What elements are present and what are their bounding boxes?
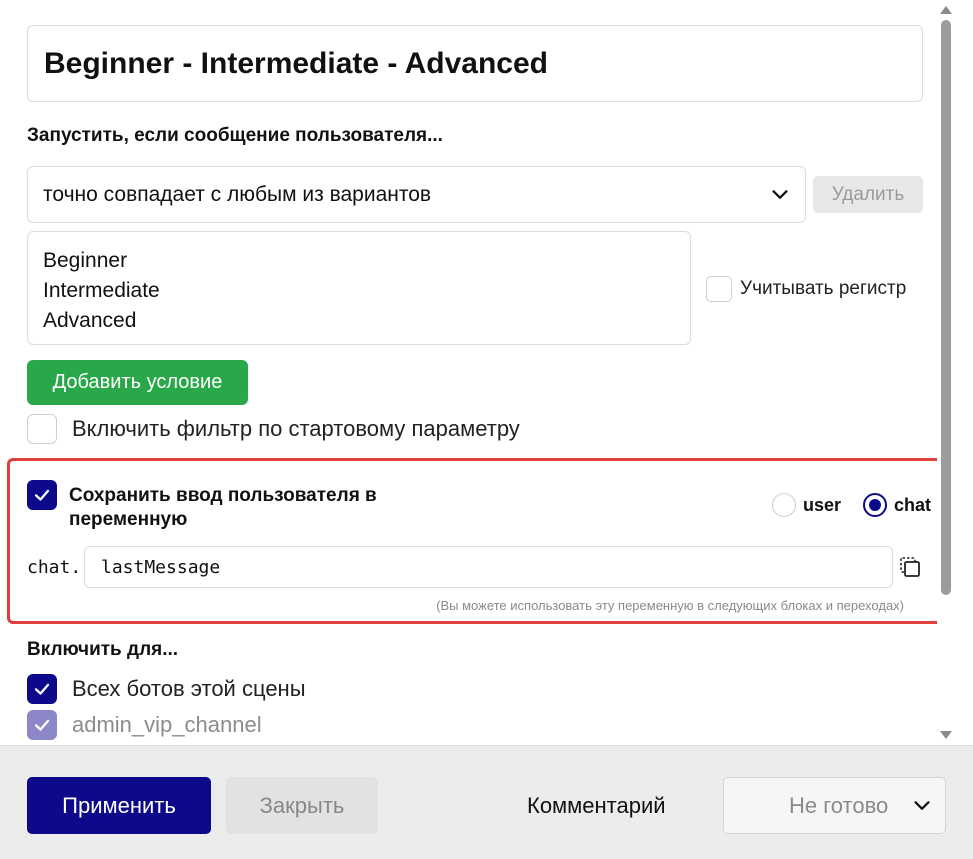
save-input-label: Сохранить ввод пользователя в переменную [69,485,377,530]
case-sensitive-toggle[interactable]: Учитывать регистр [706,276,906,302]
trigger-title-input[interactable]: Beginner - Intermediate - Advanced [27,25,923,102]
variants-textarea[interactable]: Beginner Intermediate Advanced [27,231,691,345]
condition-mode-select[interactable]: точно совпадает с любым из вариантов [27,166,806,223]
variable-prefix: chat. [27,557,82,578]
status-select[interactable]: Не готово [723,777,946,834]
enable-bot-admin-vip-toggle: admin_vip_channel [27,710,262,740]
start-param-label: Включить фильтр по стартовому параметру [72,416,520,441]
start-param-filter-toggle[interactable]: Включить фильтр по стартовому параметру [27,414,520,444]
variant-line: Advanced [43,309,137,332]
scroll-down-icon[interactable] [940,731,952,739]
copy-icon[interactable] [898,555,922,579]
comment-button[interactable]: Комментарий [527,793,666,819]
checkmark-icon [34,489,50,501]
case-sensitive-label: Учитывать регистр [740,278,907,299]
enable-for-label: Включить для... [27,639,179,660]
enable-all-bots-label: Всех ботов этой сцены [72,676,306,701]
dialog-footer: Применить Закрыть Комментарий Не готово [0,745,973,859]
enable-all-bots-toggle[interactable]: Всех ботов этой сцены [27,674,306,704]
chevron-down-icon [772,190,788,199]
save-input-checkbox[interactable] [27,480,57,510]
scope-radio-user[interactable] [772,493,796,517]
trigger-editor: Beginner - Intermediate - Advanced Запус… [0,0,955,745]
add-condition-button[interactable]: Добавить условие [27,360,248,405]
variable-hint: (Вы можете использовать эту переменную в… [436,598,904,613]
condition-mode-value: точно совпадает с любым из вариантов [43,182,432,206]
delete-condition-button[interactable]: Удалить [813,176,923,213]
scrollbar-thumb[interactable] [941,20,951,595]
start-param-checkbox[interactable] [27,414,57,444]
scroll-up-icon[interactable] [940,6,952,14]
scope-radio-chat[interactable] [863,493,888,517]
checkmark-icon [34,683,50,695]
variant-line: Intermediate [43,279,160,302]
scope-radio-group: user chat [772,493,931,517]
enable-bot-admin-vip-label: admin_vip_channel [72,712,262,737]
status-value: Не готово [789,792,889,818]
condition-section-label: Запустить, если сообщение пользователя..… [27,125,443,146]
scope-label-user: user [803,494,842,515]
enable-all-bots-checkbox[interactable] [27,674,57,704]
apply-button[interactable]: Применить [27,777,211,834]
save-input-toggle[interactable] [27,480,57,510]
case-sensitive-checkbox[interactable] [706,276,732,302]
variable-name-input[interactable]: lastMessage [84,546,893,588]
scope-label-chat: chat [894,494,932,515]
variant-line: Beginner [43,249,128,272]
vertical-scrollbar[interactable] [937,0,955,745]
close-button[interactable]: Закрыть [226,777,378,834]
chevron-down-icon [914,801,930,810]
checkmark-icon [34,719,50,731]
enable-bot-admin-vip-checkbox [27,710,57,740]
